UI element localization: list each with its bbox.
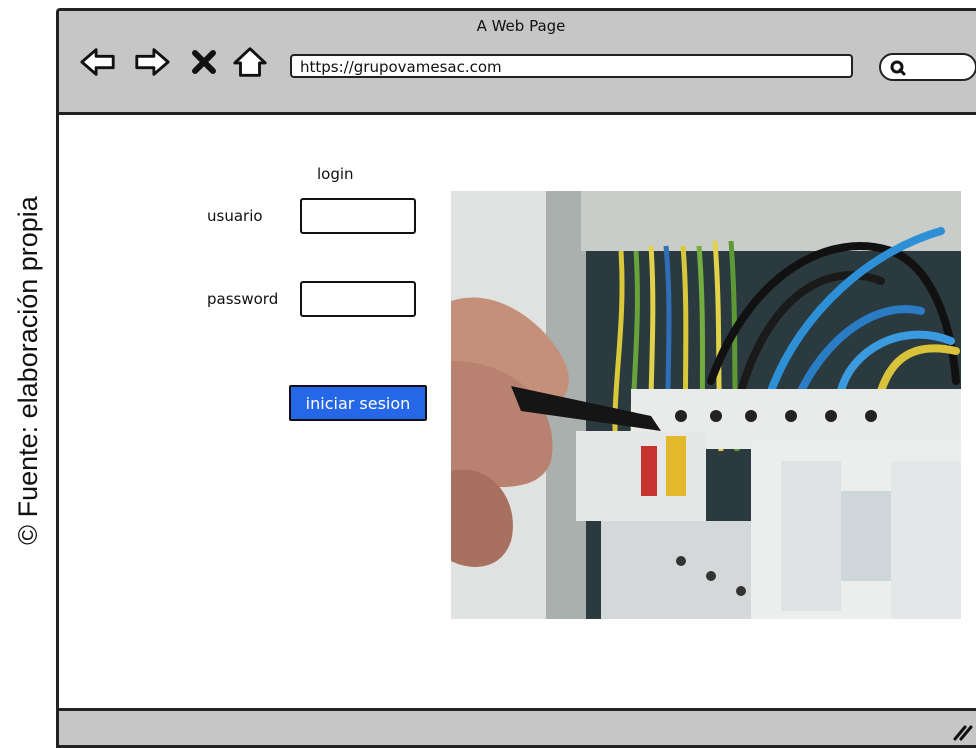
login-title: login: [317, 165, 354, 183]
url-bar[interactable]: https://grupovamesac.com: [290, 54, 853, 78]
browser-statusbar: [59, 708, 976, 745]
login-button[interactable]: iniciar sesion: [289, 385, 427, 421]
page-content: login usuario password iniciar sesion: [59, 115, 976, 711]
password-input[interactable]: [300, 281, 416, 317]
resize-grip-icon[interactable]: [951, 723, 973, 741]
browser-search-box[interactable]: [879, 53, 976, 81]
electrical-panel-photo: [451, 191, 961, 619]
forward-arrow-icon[interactable]: [133, 45, 171, 79]
browser-titlebar: A Web Page https://grupovamesac.com: [59, 11, 976, 115]
password-label: password: [207, 290, 279, 308]
username-label: usuario: [207, 207, 263, 225]
back-arrow-icon[interactable]: [79, 45, 117, 79]
copyright-caption: © Fuente: elaboración propia: [12, 195, 43, 545]
browser-window: A Web Page https://grupovamesac.com logi…: [56, 8, 976, 748]
side-caption: © Fuente: elaboración propia: [0, 0, 56, 740]
window-title: A Web Page: [476, 17, 566, 35]
stop-x-icon[interactable]: [189, 45, 219, 79]
home-icon[interactable]: [231, 45, 269, 79]
search-icon: [890, 60, 906, 76]
username-input[interactable]: [300, 198, 416, 234]
